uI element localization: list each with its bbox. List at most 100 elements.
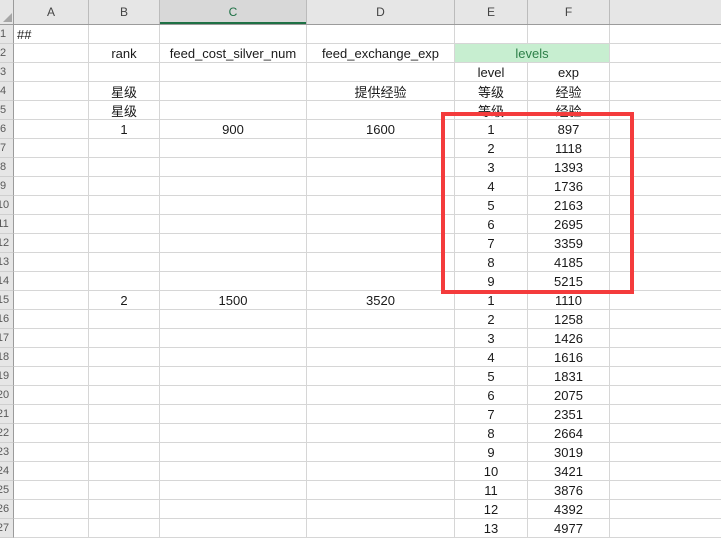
cell-C3[interactable] [160,63,307,82]
cell-G8[interactable] [610,158,721,177]
cell-D6[interactable]: 1600 [307,120,455,139]
cell-F25[interactable]: 3876 [528,481,610,500]
cell-G25[interactable] [610,481,721,500]
cell-A23[interactable] [14,443,89,462]
cell-E11[interactable]: 6 [455,215,528,234]
row-header-1[interactable]: 1 [0,25,14,44]
column-header-G[interactable] [610,0,721,24]
cell-B8[interactable] [89,158,160,177]
cell-G20[interactable] [610,386,721,405]
row-header-16[interactable]: 16 [0,310,14,329]
row-header-27[interactable]: 27 [0,519,14,538]
cell-F27[interactable]: 4977 [528,519,610,538]
cell-B21[interactable] [89,405,160,424]
cell-A17[interactable] [14,329,89,348]
cell-D14[interactable] [307,272,455,291]
cell-B3[interactable] [89,63,160,82]
cell-F11[interactable]: 2695 [528,215,610,234]
cell-G3[interactable] [610,63,721,82]
cell-A8[interactable] [14,158,89,177]
cell-G9[interactable] [610,177,721,196]
cell-C13[interactable] [160,253,307,272]
cell-A15[interactable] [14,291,89,310]
column-header-F[interactable]: F [528,0,610,24]
cell-F9[interactable]: 1736 [528,177,610,196]
row-header-8[interactable]: 8 [0,158,14,177]
row-header-20[interactable]: 20 [0,386,14,405]
cell-E27[interactable]: 13 [455,519,528,538]
row-header-6[interactable]: 6 [0,120,14,139]
cell-B15[interactable]: 2 [89,291,160,310]
cell-B17[interactable] [89,329,160,348]
cell-D15[interactable]: 3520 [307,291,455,310]
cell-D24[interactable] [307,462,455,481]
cell-D4[interactable]: 提供经验 [307,82,455,101]
cell-F15[interactable]: 1110 [528,291,610,310]
cell-F17[interactable]: 1426 [528,329,610,348]
cell-A4[interactable] [14,82,89,101]
cell-G13[interactable] [610,253,721,272]
row-header-17[interactable]: 17 [0,329,14,348]
cell-C9[interactable] [160,177,307,196]
cell-F26[interactable]: 4392 [528,500,610,519]
cell-E26[interactable]: 12 [455,500,528,519]
cell-A2[interactable] [14,44,89,63]
cell-D26[interactable] [307,500,455,519]
cell-G12[interactable] [610,234,721,253]
row-header-13[interactable]: 13 [0,253,14,272]
cell-D25[interactable] [307,481,455,500]
cell-B19[interactable] [89,367,160,386]
cell-E5[interactable]: 等级 [455,101,528,120]
cell-C17[interactable] [160,329,307,348]
cell-A26[interactable] [14,500,89,519]
cell-A27[interactable] [14,519,89,538]
cell-B9[interactable] [89,177,160,196]
cell-E13[interactable]: 8 [455,253,528,272]
cell-A7[interactable] [14,139,89,158]
cell-F20[interactable]: 2075 [528,386,610,405]
cell-A3[interactable] [14,63,89,82]
cell-F21[interactable]: 2351 [528,405,610,424]
cell-D27[interactable] [307,519,455,538]
cell-D23[interactable] [307,443,455,462]
cell-E16[interactable]: 2 [455,310,528,329]
cell-B12[interactable] [89,234,160,253]
cell-G4[interactable] [610,82,721,101]
cell-B25[interactable] [89,481,160,500]
cell-D13[interactable] [307,253,455,272]
cell-C16[interactable] [160,310,307,329]
cell-E21[interactable]: 7 [455,405,528,424]
cell-D5[interactable] [307,101,455,120]
cell-C6[interactable]: 900 [160,120,307,139]
cell-F3[interactable]: exp [528,63,610,82]
row-header-24[interactable]: 24 [0,462,14,481]
row-header-14[interactable]: 14 [0,272,14,291]
cell-G24[interactable] [610,462,721,481]
cell-F5[interactable]: 经验 [528,101,610,120]
column-header-C[interactable]: C [160,0,307,24]
cell-B10[interactable] [89,196,160,215]
cell-A19[interactable] [14,367,89,386]
cell-A1[interactable]: ## [14,25,89,44]
cell-A20[interactable] [14,386,89,405]
cell-G10[interactable] [610,196,721,215]
cell-G16[interactable] [610,310,721,329]
cell-F7[interactable]: 1118 [528,139,610,158]
cell-G1[interactable] [610,25,721,44]
cell-A11[interactable] [14,215,89,234]
cell-E15[interactable]: 1 [455,291,528,310]
cell-C24[interactable] [160,462,307,481]
cell-C22[interactable] [160,424,307,443]
cell-A16[interactable] [14,310,89,329]
cell-B16[interactable] [89,310,160,329]
cell-C23[interactable] [160,443,307,462]
cell-A9[interactable] [14,177,89,196]
cell-F14[interactable]: 5215 [528,272,610,291]
cell-E9[interactable]: 4 [455,177,528,196]
cell-D21[interactable] [307,405,455,424]
cell-G15[interactable] [610,291,721,310]
cell-A13[interactable] [14,253,89,272]
cell-C2[interactable]: feed_cost_silver_num [160,44,307,63]
row-header-7[interactable]: 7 [0,139,14,158]
cell-E2[interactable]: levels [455,44,610,63]
